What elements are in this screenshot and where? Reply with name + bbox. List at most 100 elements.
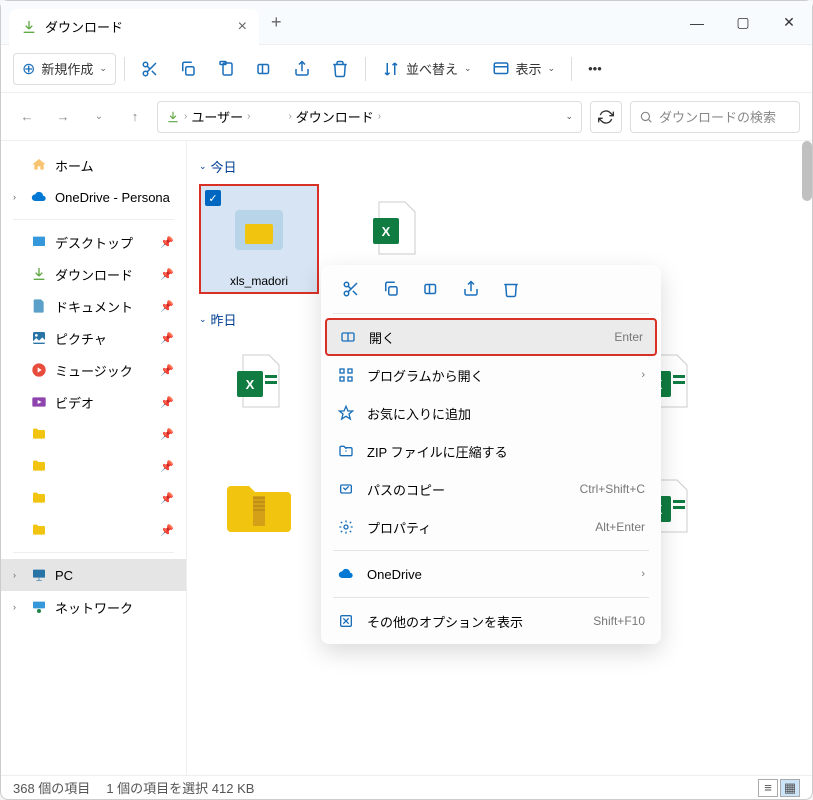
divider — [571, 57, 572, 81]
expand-icon: › — [13, 570, 23, 580]
file-name: xls_madori — [230, 274, 288, 288]
file-item[interactable] — [199, 462, 319, 571]
share-button[interactable] — [285, 53, 319, 85]
delete-button[interactable] — [323, 53, 357, 85]
view-icons-button[interactable]: ▦ — [780, 779, 800, 797]
video-icon — [31, 394, 47, 410]
file-item[interactable]: X — [199, 337, 319, 446]
copy-button[interactable] — [171, 53, 205, 85]
sidebar-label — [55, 489, 135, 508]
sidebar-label: ピクチャ — [55, 329, 107, 348]
sidebar-item-music[interactable]: ミュージック📌 — [1, 354, 186, 386]
context-menu-favorite[interactable]: お気に入りに追加 — [325, 394, 657, 432]
context-menu-label: プロパティ — [367, 518, 431, 537]
sidebar-item-folder[interactable]: 📌 — [1, 482, 186, 514]
copy-icon — [382, 280, 400, 298]
scrollbar[interactable] — [802, 141, 812, 201]
sidebar-item-folder[interactable]: 📌 — [1, 418, 186, 450]
sort-icon — [382, 60, 400, 78]
view-button[interactable]: 表示 ⌄ — [484, 53, 564, 85]
view-list-button[interactable]: ≡ — [758, 779, 778, 797]
titlebar: ダウンロード × + — ▢ ✕ — [1, 1, 812, 45]
context-menu-zip[interactable]: ZIP ファイルに圧縮する — [325, 432, 657, 470]
pin-icon: 📌 — [160, 236, 174, 249]
sidebar-item-documents[interactable]: ドキュメント📌 — [1, 290, 186, 322]
group-header-today[interactable]: ⌄今日 — [199, 157, 800, 176]
context-menu-onedrive[interactable]: OneDrive › — [325, 555, 657, 593]
sidebar-label: デスクトップ — [55, 233, 133, 252]
chevron-down-icon: ⌄ — [199, 314, 207, 325]
sidebar-item-onedrive[interactable]: › OneDrive - Persona — [1, 181, 186, 213]
divider — [333, 313, 649, 314]
toolbar: ⊕ 新規作成 ⌄ 並べ替え ⌄ 表示 ⌄ ••• — [1, 45, 812, 93]
context-menu-label: プログラムから開く — [367, 366, 484, 385]
copy-button[interactable] — [373, 273, 409, 305]
new-tab-button[interactable]: + — [271, 12, 282, 33]
pin-icon: 📌 — [160, 396, 174, 409]
context-menu-properties[interactable]: プロパティ Alt+Enter — [325, 508, 657, 546]
divider — [365, 57, 366, 81]
forward-button[interactable]: → — [49, 103, 77, 131]
sidebar-item-home[interactable]: ホーム — [1, 149, 186, 181]
excel-icon: X — [219, 341, 299, 421]
rename-button[interactable] — [247, 53, 281, 85]
chevron-right-icon: › — [641, 369, 645, 381]
cut-button[interactable] — [333, 273, 369, 305]
sidebar-item-downloads[interactable]: ダウンロード📌 — [1, 258, 186, 290]
breadcrumb-item[interactable]: ユーザー — [191, 107, 243, 126]
sidebar-item-pc[interactable]: › PC — [1, 559, 186, 591]
context-menu-copy-path[interactable]: パスのコピー Ctrl+Shift+C — [325, 470, 657, 508]
refresh-button[interactable] — [590, 101, 622, 133]
up-button[interactable]: ↑ — [121, 103, 149, 131]
delete-button[interactable] — [493, 273, 529, 305]
tab-title: ダウンロード — [45, 17, 123, 36]
close-tab-icon[interactable]: × — [238, 18, 247, 36]
view-icon — [492, 60, 510, 78]
sidebar-item-desktop[interactable]: デスクトップ 📌 — [1, 226, 186, 258]
cut-button[interactable] — [133, 53, 167, 85]
sidebar-item-pictures[interactable]: ピクチャ 📌 — [1, 322, 186, 354]
new-button[interactable]: ⊕ 新規作成 ⌄ — [13, 53, 116, 85]
breadcrumb-item[interactable] — [254, 107, 284, 126]
chevron-down-icon[interactable]: ⌄ — [565, 111, 573, 122]
share-button[interactable] — [453, 273, 489, 305]
desktop-icon — [31, 234, 47, 250]
sidebar-label: ネットワーク — [55, 598, 133, 617]
expand-icon: › — [13, 192, 23, 202]
file-item-selected[interactable]: ✓ xls_madori — [199, 184, 319, 294]
context-menu-more[interactable]: その他のオプションを表示 Shift+F10 — [325, 602, 657, 640]
status-bar: 368 個の項目 1 個の項目を選択 412 KB ≡ ▦ — [1, 775, 812, 799]
pin-icon: 📌 — [160, 332, 174, 345]
group-label: 今日 — [211, 157, 237, 176]
more-button[interactable]: ••• — [580, 53, 610, 85]
breadcrumb-item[interactable]: ダウンロード — [296, 107, 374, 126]
search-input[interactable]: ダウンロードの検索 — [630, 101, 800, 133]
chevron-down-icon[interactable]: ⌄ — [85, 103, 113, 131]
context-menu-open[interactable]: 開く Enter — [325, 318, 657, 356]
context-menu-open-with[interactable]: プログラムから開く › — [325, 356, 657, 394]
divider — [124, 57, 125, 81]
back-button[interactable]: ← — [13, 103, 41, 131]
context-menu-label: OneDrive — [367, 567, 422, 582]
maximize-button[interactable]: ▢ — [720, 1, 766, 45]
minimize-button[interactable]: — — [674, 1, 720, 45]
breadcrumb[interactable]: › ユーザー › › ダウンロード › ⌄ — [157, 101, 582, 133]
download-icon — [31, 266, 47, 282]
sidebar-item-video[interactable]: ビデオ📌 — [1, 386, 186, 418]
sidebar-label: PC — [55, 568, 73, 583]
rename-button[interactable] — [413, 273, 449, 305]
close-button[interactable]: ✕ — [766, 1, 812, 45]
sidebar-label — [55, 521, 135, 540]
sidebar-label: ドキュメント — [55, 297, 133, 316]
open-icon — [339, 328, 357, 346]
sidebar-label: OneDrive - Persona — [55, 190, 170, 205]
pin-icon: 📌 — [160, 492, 174, 505]
sort-button[interactable]: 並べ替え ⌄ — [374, 53, 480, 85]
paste-button[interactable] — [209, 53, 243, 85]
window-tab[interactable]: ダウンロード × — [9, 9, 259, 45]
sidebar-item-folder[interactable]: 📌 — [1, 450, 186, 482]
sidebar-item-network[interactable]: ›ネットワーク — [1, 591, 186, 623]
sidebar-item-folder[interactable]: 📌 — [1, 514, 186, 546]
svg-text:X: X — [246, 377, 255, 392]
status-count: 368 個の項目 — [13, 778, 90, 797]
